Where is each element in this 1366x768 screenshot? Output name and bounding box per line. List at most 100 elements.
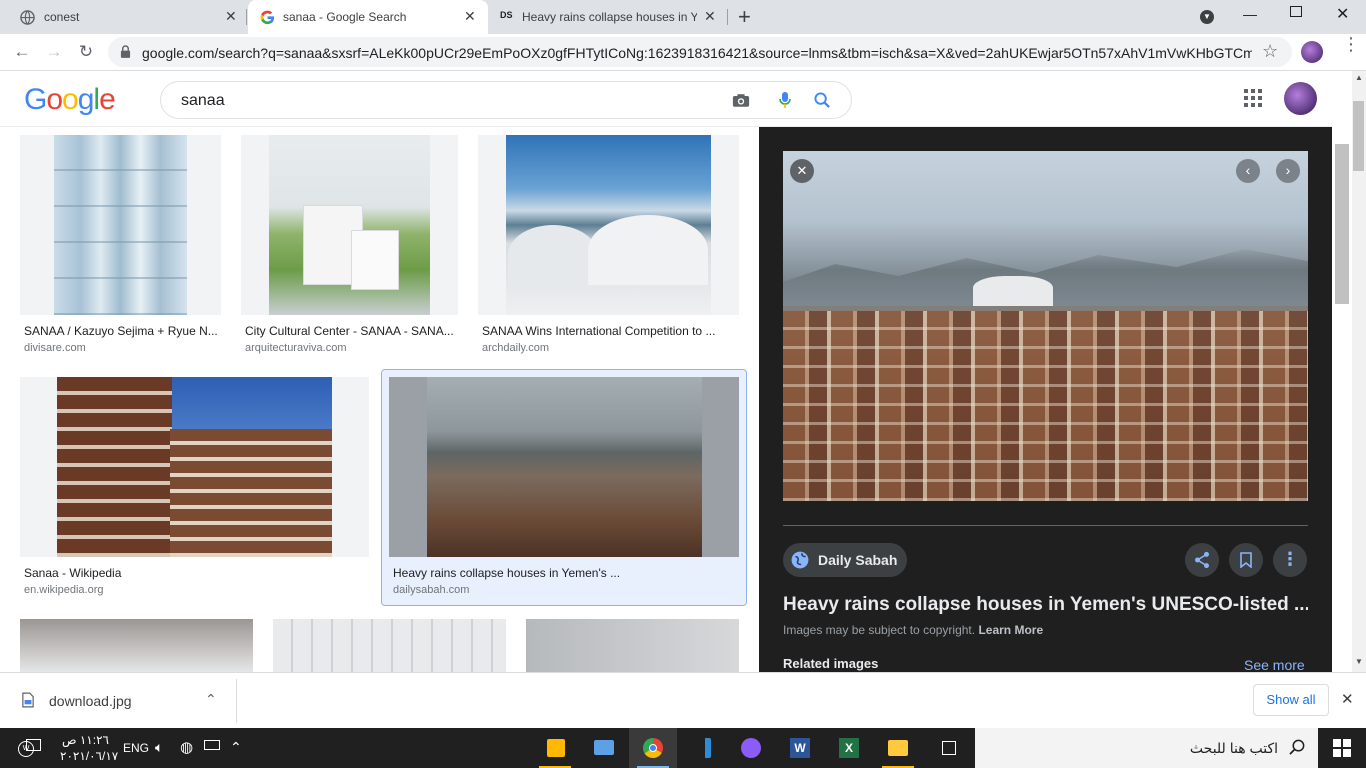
taskbar-search-box[interactable]: اكتب هنا للبحث (975, 728, 1318, 768)
result-thumbnail[interactable] (526, 619, 739, 672)
chevron-up-icon[interactable]: ⌃ (205, 691, 217, 708)
image-result[interactable]: City Cultural Center - SANAA - SANA... a… (241, 135, 458, 360)
profile-avatar[interactable] (1301, 41, 1323, 63)
restore-button[interactable] (1290, 6, 1302, 17)
result-thumbnail[interactable] (389, 377, 739, 557)
preview-image[interactable] (783, 151, 1308, 501)
result-caption[interactable]: Heavy rains collapse houses in Yemen's .… (393, 566, 738, 580)
image-result[interactable]: SANAA Wins International Competition to … (478, 135, 739, 360)
task-view-icon[interactable] (925, 728, 973, 768)
result-thumbnail[interactable] (20, 377, 369, 557)
clock-date[interactable]: ٢٠٢١/٠٦/١٧ (60, 749, 118, 763)
download-filename[interactable]: download.jpg (49, 693, 132, 709)
result-caption[interactable]: SANAA Wins International Competition to … (482, 324, 737, 338)
result-source[interactable]: arquitecturaviva.com (245, 342, 347, 354)
image-preview-panel: ✕ ‹ › Daily Sabah ⋮ Heavy rains collapse… (759, 127, 1332, 672)
learn-more-link[interactable]: Learn More (978, 623, 1043, 637)
image-result[interactable]: Sanaa - Wikipedia en.wikipedia.org (20, 377, 369, 602)
image-result[interactable]: SANAA / Kazuyo Sejima + Ryue N... divisa… (20, 135, 221, 360)
previous-image-button[interactable]: ‹ (1236, 159, 1260, 183)
image-result-selected[interactable]: Heavy rains collapse houses in Yemen's .… (381, 369, 747, 606)
chrome-app[interactable] (629, 728, 677, 768)
chevron-up-icon[interactable]: ⌃ (230, 739, 242, 756)
microphone-icon[interactable] (779, 91, 791, 109)
show-all-button[interactable]: Show all (1253, 684, 1329, 716)
close-window-button[interactable]: ✕ (1336, 4, 1349, 24)
account-avatar[interactable] (1284, 82, 1317, 115)
apps-grid-icon[interactable] (1244, 89, 1262, 107)
forward-icon[interactable]: → (44, 42, 64, 62)
result-source[interactable]: dailysabah.com (393, 584, 469, 596)
google-logo[interactable]: Google (24, 83, 116, 117)
source-name: Daily Sabah (818, 552, 898, 568)
result-thumbnail[interactable] (20, 619, 253, 672)
result-caption[interactable]: Sanaa - Wikipedia (24, 566, 364, 580)
panel-scrollbar[interactable] (1332, 71, 1352, 672)
browser-toolbar: ← → ↻ google.com/search?q=sanaa&sxsrf=AL… (0, 34, 1366, 71)
tab-title: Heavy rains collapse houses in Ye (522, 10, 697, 24)
google-g-icon (260, 10, 275, 25)
volume-icon[interactable]: 🔈︎ (155, 739, 163, 756)
language-indicator[interactable]: ENG (123, 741, 149, 755)
battery-icon[interactable] (204, 740, 220, 750)
save-button[interactable] (1229, 543, 1263, 577)
url-text: google.com/search?q=sanaa&sxsrf=ALeKk00p… (142, 45, 1252, 61)
copyright-notice: Images may be subject to copyright. Lear… (783, 623, 1043, 637)
result-thumbnail[interactable] (20, 135, 221, 315)
result-thumbnail[interactable] (478, 135, 739, 315)
close-tab-icon[interactable]: ✕ (225, 8, 237, 25)
result-source[interactable]: en.wikipedia.org (24, 584, 104, 596)
share-button[interactable] (1185, 543, 1219, 577)
search-icon[interactable] (814, 92, 831, 109)
next-image-button[interactable]: › (1276, 159, 1300, 183)
page-scrollbar[interactable]: ▲ ▼ (1352, 71, 1366, 672)
windows-taskbar: W ١١:٢٦ ص ٢٠٢١/٠٦/١٧ ENG 🔈︎ ◍ ⌃ W X اكتب… (0, 728, 1366, 768)
result-source[interactable]: archdaily.com (482, 342, 549, 354)
bookmark-star-icon[interactable]: ☆ (1262, 41, 1278, 62)
remote-app[interactable] (580, 728, 628, 768)
new-tab-button[interactable]: + (738, 4, 751, 30)
result-caption[interactable]: SANAA / Kazuyo Sejima + Ryue N... (24, 324, 219, 338)
tab-google-search[interactable]: sanaa - Google Search ✕ (248, 0, 488, 34)
file-explorer-app[interactable] (531, 728, 579, 768)
back-icon[interactable]: ← (12, 42, 32, 62)
search-input[interactable]: sanaa (181, 92, 225, 110)
minimize-button[interactable]: — (1243, 6, 1257, 22)
tab-daily-sabah[interactable]: DS Heavy rains collapse houses in Ye ✕ (490, 0, 726, 34)
search-box[interactable]: sanaa (160, 81, 852, 119)
close-preview-button[interactable]: ✕ (790, 159, 814, 183)
image-results: SANAA / Kazuyo Sejima + Ryue N... divisa… (0, 127, 759, 672)
result-thumbnail[interactable] (241, 135, 458, 315)
preview-title[interactable]: Heavy rains collapse houses in Yemen's U… (783, 594, 1308, 616)
close-downloads-icon[interactable]: ✕ (1341, 690, 1354, 708)
folder-app[interactable] (874, 728, 922, 768)
windows-start-button[interactable] (1318, 728, 1366, 768)
network-icon[interactable]: ◍ (180, 738, 193, 756)
excel-app[interactable]: X (825, 728, 873, 768)
camera-icon[interactable] (732, 93, 750, 108)
vscode-app[interactable] (678, 728, 726, 768)
close-tab-icon[interactable]: ✕ (704, 8, 716, 25)
divider (236, 679, 237, 723)
result-source[interactable]: divisare.com (24, 342, 86, 354)
copyright-text: Images may be subject to copyright. (783, 623, 976, 637)
globe-icon (791, 551, 809, 569)
address-bar[interactable]: google.com/search?q=sanaa&sxsrf=ALeKk00p… (108, 37, 1292, 67)
search-placeholder: اكتب هنا للبحث (1189, 740, 1278, 756)
tab-conest[interactable]: conest ✕ (0, 0, 246, 34)
clock-time[interactable]: ١١:٢٦ ص (62, 733, 109, 747)
result-thumbnail[interactable] (273, 619, 506, 672)
reload-icon[interactable]: ↻ (76, 42, 96, 62)
close-tab-icon[interactable]: ✕ (464, 8, 476, 25)
source-chip[interactable]: Daily Sabah (783, 543, 907, 577)
more-options-button[interactable]: ⋮ (1273, 543, 1307, 577)
github-app[interactable] (727, 728, 775, 768)
share-icon (1195, 551, 1209, 569)
word-app[interactable]: W (776, 728, 824, 768)
menu-icon[interactable]: ⋮ (1342, 35, 1360, 53)
see-more-link[interactable]: See more (1244, 657, 1305, 672)
tab-search-icon[interactable]: ▼ (1200, 10, 1214, 24)
google-header: Google sanaa (0, 71, 1352, 127)
notification-icon[interactable] (26, 739, 41, 751)
result-caption[interactable]: City Cultural Center - SANAA - SANA... (245, 324, 456, 338)
